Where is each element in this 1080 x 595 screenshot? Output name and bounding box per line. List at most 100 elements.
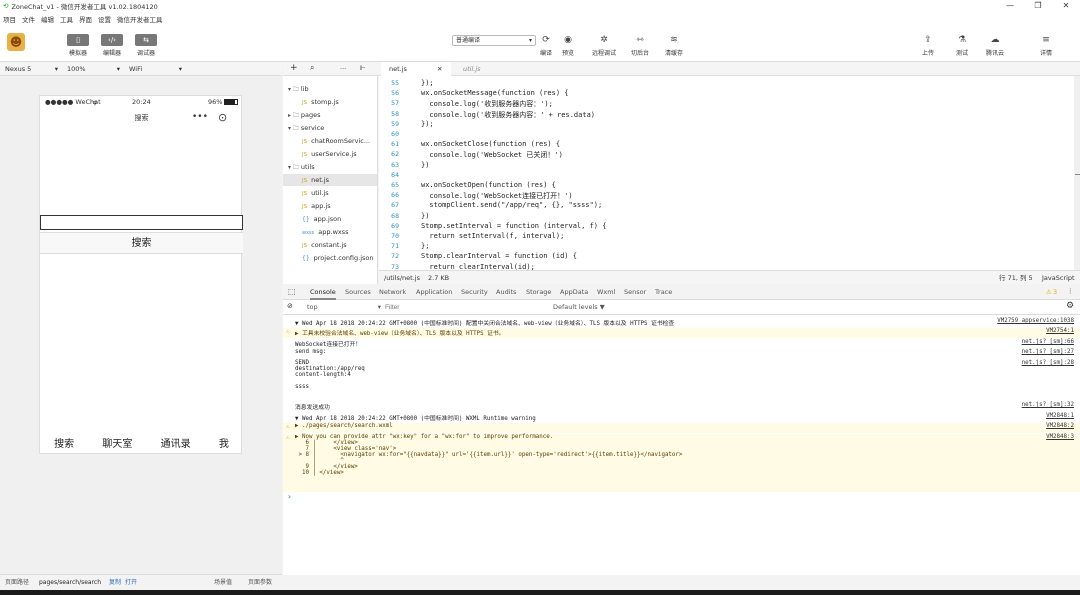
tab-audits[interactable]: Audits — [496, 284, 516, 300]
tab-sources[interactable]: Sources — [345, 284, 371, 300]
search-icon[interactable]: ⌕ — [310, 63, 314, 73]
tree-item-app-json[interactable]: {} app.json — [283, 213, 377, 225]
editor-button[interactable]: ‹/› 编辑器 — [101, 34, 123, 57]
inspect-icon[interactable]: ⬚ — [288, 287, 296, 296]
upload-button[interactable]: ⇪ 上传 — [921, 34, 935, 57]
simulator-button[interactable]: ▯ 模拟器 — [67, 34, 89, 57]
tree-item-userservice-js[interactable]: JS userService.js — [283, 148, 377, 160]
console-message[interactable]: ▶ ./pages/search/search.wxml — [295, 423, 393, 429]
console-source-link[interactable]: net.js? [sm]:66 — [1022, 339, 1074, 345]
network-select[interactable]: WiFi ▾ — [129, 62, 184, 76]
tab-me[interactable]: 我 — [219, 435, 229, 455]
console-filter-input[interactable] — [385, 302, 545, 313]
tree-item-util-js[interactable]: JS util.js — [283, 187, 377, 199]
copy-link[interactable]: 复制 — [109, 575, 121, 590]
console-message[interactable]: ▼ Wed Apr 18 2018 20:24:22 GMT+0800 (中国标… — [295, 321, 674, 327]
more-vertical-icon[interactable]: ⋮ — [1067, 287, 1074, 295]
console-filter-bar: ⊘ top ▾ Default levels ▼ ⚙ — [283, 300, 1080, 315]
search-input[interactable] — [40, 215, 243, 230]
tencent-cloud-button[interactable]: ☁ 腾讯云 — [986, 34, 1004, 57]
clear-console-icon[interactable]: ⊘ — [287, 302, 293, 310]
tree-item-service[interactable]: ▾ 🗀 service — [283, 122, 377, 134]
tree-item-constant-js[interactable]: JS constant.js — [283, 239, 377, 251]
compile-button[interactable]: ⟳ 编译 — [539, 34, 553, 57]
minimize-button[interactable]: — — [996, 0, 1024, 12]
menu-view[interactable]: 界面 — [79, 14, 92, 24]
tree-item-chatroomservic-[interactable]: JS chatRoomServic... — [283, 135, 377, 147]
console-message[interactable]: ▶ Now you can provide attr "wx:key" for … — [295, 434, 682, 476]
add-file-icon[interactable]: + — [290, 63, 298, 73]
more-icon[interactable]: ••• — [192, 112, 208, 122]
console-prompt[interactable]: › — [287, 492, 292, 501]
tab-util-js[interactable]: util.js — [463, 65, 481, 73]
background-button[interactable]: ⇿ 切后台 — [631, 34, 649, 57]
device-select[interactable]: Nexus 5 ▾ — [5, 62, 60, 76]
tab-sensor[interactable]: Sensor — [624, 284, 646, 300]
tab-security[interactable]: Security — [461, 284, 488, 300]
maximize-button[interactable]: ❐ — [1024, 0, 1052, 12]
console-source-link[interactable]: net.js? [sm]:27 — [1022, 349, 1074, 355]
tab-contacts[interactable]: 通讯录 — [161, 435, 191, 455]
debugger-button[interactable]: ⇆ 调试器 — [135, 34, 157, 57]
menu-project[interactable]: 项目 — [3, 14, 16, 24]
code-editor[interactable]: 55}); 56 wx.onSocketMessage(function (res)… — [379, 76, 1074, 270]
close-button[interactable]: ✕ — [1052, 0, 1080, 12]
scroll-thumb[interactable] — [1075, 174, 1080, 175]
tab-appdata[interactable]: AppData — [560, 284, 588, 300]
console-message: send msg: — [295, 349, 327, 355]
menu-tools[interactable]: 工具 — [60, 14, 73, 24]
console-source-link[interactable]: VM2848:3 — [1046, 434, 1074, 440]
tree-item-stomp-js[interactable]: JS stomp.js — [283, 96, 377, 108]
close-mini-icon[interactable]: ⊙ — [218, 111, 227, 124]
tree-item-app-js[interactable]: JS app.js — [283, 200, 377, 212]
gear-icon[interactable]: ⚙ — [1066, 301, 1074, 311]
scene-button[interactable]: 场景值 — [214, 575, 232, 590]
tab-wxml[interactable]: Wxml — [597, 284, 615, 300]
remote-debug-button[interactable]: ✲ 远程调试 — [592, 34, 616, 57]
console-source-link[interactable]: net.js? [sm]:28 — [1022, 360, 1074, 366]
editor-scrollbar[interactable] — [1074, 76, 1080, 270]
tab-trace[interactable]: Trace — [655, 284, 672, 300]
details-button[interactable]: ≡ 详情 — [1039, 34, 1053, 57]
clear-cache-button[interactable]: ≋ 清缓存 — [665, 34, 683, 57]
search-button[interactable]: 搜索 — [40, 232, 243, 254]
test-button[interactable]: ⚗ 测试 — [955, 34, 969, 57]
tree-item-pages[interactable]: ▸ 🗀 pages — [283, 109, 377, 121]
zoom-select[interactable]: 100% ▾ — [67, 62, 122, 76]
menu-edit[interactable]: 编辑 — [41, 14, 54, 24]
menu-devtools[interactable]: 微信开发者工具 — [117, 14, 163, 24]
menu-settings[interactable]: 设置 — [98, 14, 111, 24]
tree-item-lib[interactable]: ▾ 🗀 lib — [283, 83, 377, 95]
console-source-link[interactable]: VM2759 appservice:1038 — [997, 318, 1074, 324]
compile-mode-select[interactable]: 普通编译 ▾ — [452, 35, 536, 46]
os-taskbar — [0, 590, 1080, 595]
menu-file[interactable]: 文件 — [22, 14, 35, 24]
tree-item-project-config-json[interactable]: {} project.config.json — [283, 252, 377, 264]
tree-item-app-wxss[interactable]: wxss app.wxss — [283, 226, 377, 238]
tab-search[interactable]: 搜索 — [54, 435, 74, 455]
collapse-icon[interactable]: ⊩ — [360, 64, 366, 72]
console-message[interactable]: ▶ 工具未校验合法域名、web-view（业务域名）、TLS 版本以及 HTTP… — [295, 331, 505, 337]
page-params-button[interactable]: 页面参数 — [248, 575, 272, 590]
tab-application[interactable]: Application — [416, 284, 452, 300]
more-icon[interactable]: ··· — [340, 65, 346, 73]
levels-select[interactable]: Default levels ▼ — [553, 303, 605, 311]
tree-item-utils[interactable]: ▾ 🗀 utils — [283, 161, 377, 173]
avatar[interactable]: ☻ — [7, 33, 25, 51]
tree-item-net-js[interactable]: JS net.js — [283, 174, 377, 186]
console-source-link[interactable]: VM2848:1 — [1046, 413, 1074, 419]
tab-network[interactable]: Network — [379, 284, 406, 300]
tab-net-js[interactable]: net.js ✕ — [381, 62, 451, 76]
tab-storage[interactable]: Storage — [526, 284, 551, 300]
preview-button[interactable]: ◉ 预览 — [561, 34, 575, 57]
console-source-link[interactable]: VM2754:1 — [1046, 328, 1074, 334]
context-select[interactable]: top ▾ — [301, 302, 381, 312]
open-link[interactable]: 打开 — [125, 575, 137, 590]
tab-console[interactable]: Console — [310, 284, 336, 300]
close-icon[interactable]: ✕ — [437, 62, 442, 76]
tab-chatroom[interactable]: 聊天室 — [102, 435, 132, 455]
console-message[interactable]: ▼ Wed Apr 18 2018 20:24:22 GMT+0800 (中国标… — [295, 416, 536, 422]
language-mode[interactable]: JavaScript — [1042, 271, 1075, 285]
console-source-link[interactable]: VM2848:2 — [1046, 423, 1074, 429]
console-source-link[interactable]: net.js? [sm]:32 — [1022, 402, 1074, 408]
